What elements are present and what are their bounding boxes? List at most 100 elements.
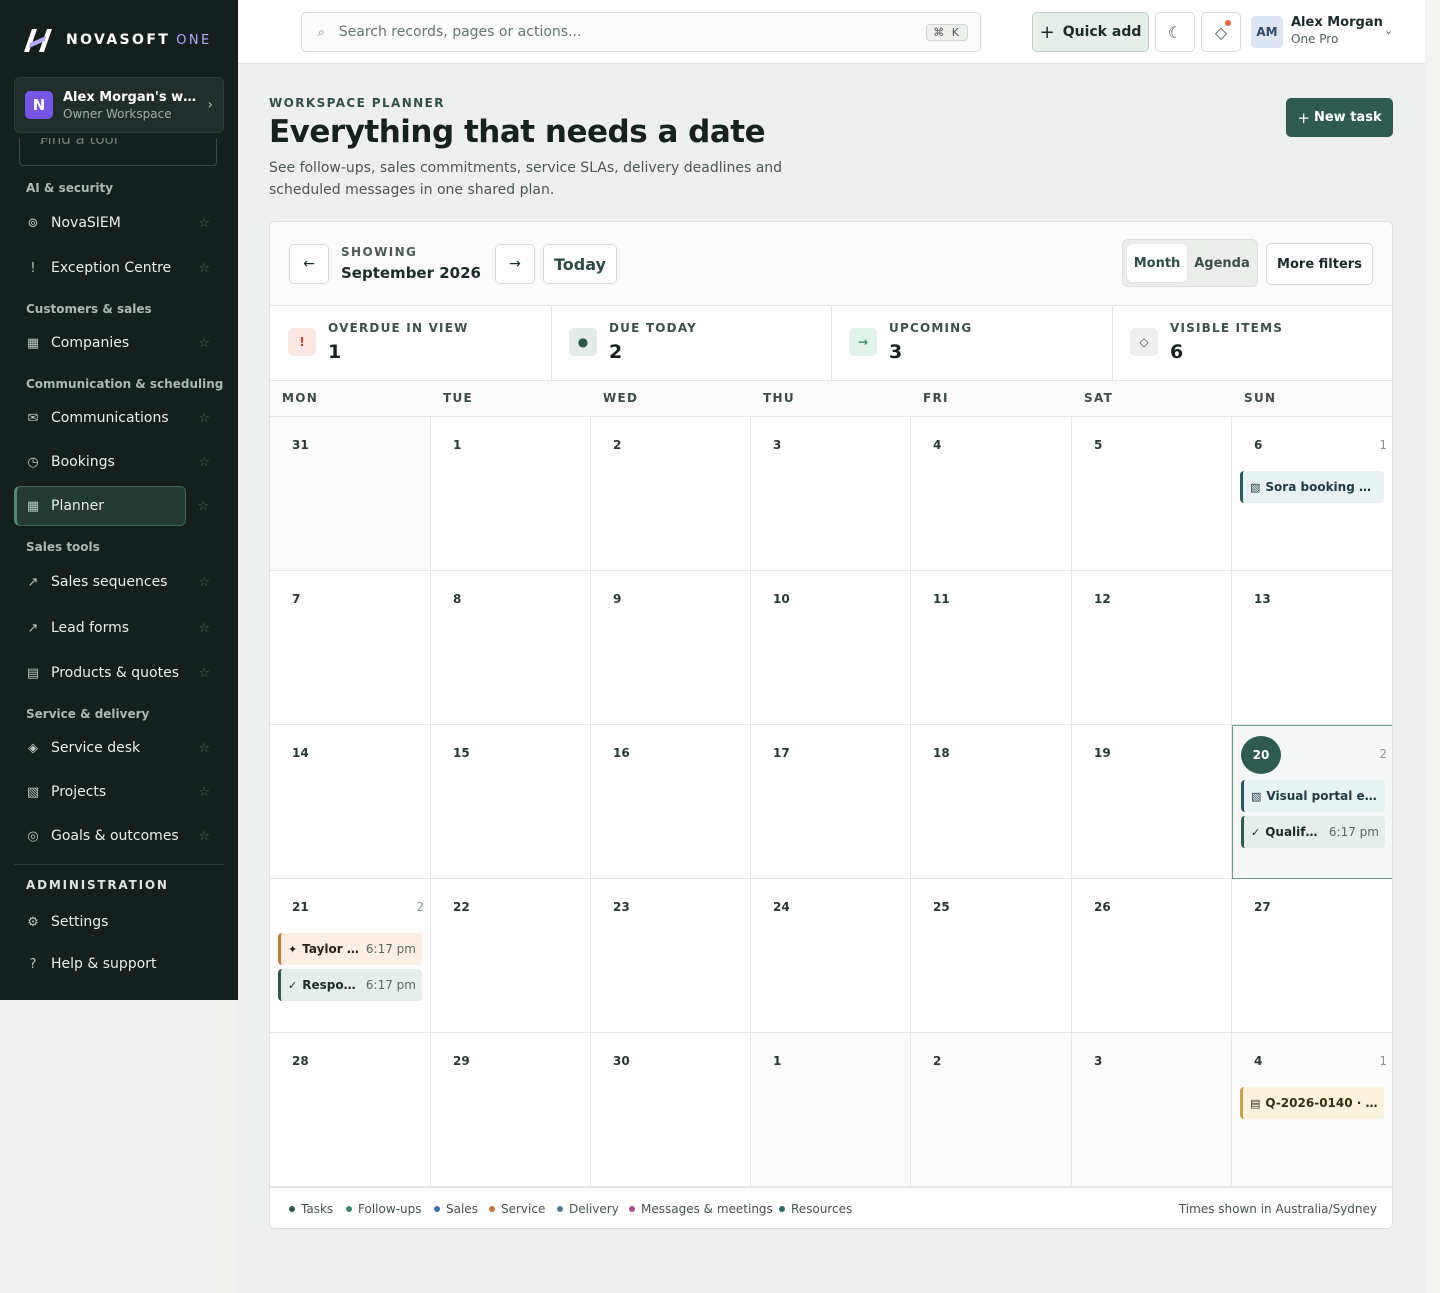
legend-item-messages-meetings[interactable]: Messages & meetings (629, 1202, 773, 1216)
stat-upcoming: → UPCOMING 3 (831, 306, 1112, 380)
favorite-star-icon[interactable]: ☆ (198, 411, 210, 426)
calendar-day[interactable]: 22 (431, 879, 591, 1033)
calendar-event[interactable]: ▧ Visual portal economics (1241, 780, 1385, 812)
calendar-day[interactable]: 9 (591, 571, 751, 725)
sidebar-item-exception-centre[interactable]: ! Exception Centre ☆ (14, 248, 224, 288)
favorite-star-icon[interactable]: ☆ (197, 499, 209, 514)
calendar-day[interactable]: 2 (591, 417, 751, 571)
scrollbar-track[interactable] (1425, 0, 1440, 1293)
calendar-day[interactable]: 29 (431, 1033, 591, 1187)
calendar-event[interactable]: ✓ Qualify T... 6:17 pm (1241, 816, 1385, 848)
calendar-day[interactable]: 18 (911, 725, 1072, 879)
sidebar-item-planner[interactable]: ▦ Planner ☆ (14, 486, 209, 526)
day-number: 18 (933, 746, 950, 760)
calendar-day[interactable]: 15 (431, 725, 591, 879)
calendar-day[interactable]: 6 1 ▧ Sora booking platform (1232, 417, 1392, 571)
dot-icon: ● (569, 328, 597, 356)
sidebar-item-products-quotes[interactable]: ▤ Products & quotes ☆ (14, 653, 224, 693)
calendar-day[interactable]: 19 (1072, 725, 1232, 879)
arrow-left-icon: ← (303, 256, 315, 272)
favorite-star-icon[interactable]: ☆ (198, 216, 210, 231)
calendar-day[interactable]: 2 (911, 1033, 1072, 1187)
search-shortcut: ⌘ K (926, 23, 968, 41)
calendar-day[interactable]: 14 (270, 725, 431, 879)
legend-item-resources[interactable]: Resources (779, 1202, 852, 1216)
favorite-star-icon[interactable]: ☆ (198, 785, 210, 800)
calendar-day[interactable]: 24 (751, 879, 911, 1033)
user-name[interactable]: Alex Morgan (1291, 15, 1383, 30)
calendar-event[interactable]: ▤ Q-2026-0140 · Visual (1240, 1087, 1384, 1119)
new-task-button[interactable]: + New task (1286, 98, 1393, 137)
day-number: 12 (1094, 592, 1111, 606)
calendar-day[interactable]: 31 (270, 417, 431, 571)
legend-item-delivery[interactable]: Delivery (557, 1202, 619, 1216)
sidebar-item-sales-sequences[interactable]: ↗ Sales sequences ☆ (14, 562, 224, 602)
calendar-day[interactable]: 3 (751, 417, 911, 571)
more-filters-button[interactable]: More filters (1266, 243, 1373, 285)
sidebar-item-projects[interactable]: ▧ Projects ☆ (14, 772, 224, 812)
legend-item-follow-ups[interactable]: Follow-ups (346, 1202, 421, 1216)
calendar-day[interactable]: 26 (1072, 879, 1232, 1033)
calendar-day[interactable]: 27 (1232, 879, 1392, 1033)
view-month-tab[interactable]: Month (1127, 244, 1187, 282)
calendar-day-today[interactable]: 20 2 ▧ Visual portal economics ✓ Qualify T...… (1232, 725, 1392, 879)
brand[interactable]: NOVASOFT ONE (22, 26, 212, 54)
global-search-input[interactable]: ⌕ Search records, pages or actions... ⌘ … (301, 12, 981, 52)
calendar-day[interactable]: 25 (911, 879, 1072, 1033)
calendar-day[interactable]: 3 (1072, 1033, 1232, 1187)
calendar-day[interactable]: 1 (751, 1033, 911, 1187)
calendar-day[interactable]: 28 (270, 1033, 431, 1187)
favorite-star-icon[interactable]: ☆ (198, 666, 210, 681)
sidebar-item-companies[interactable]: ▦ Companies ☆ (14, 323, 224, 363)
sidebar-item-communications[interactable]: ✉ Communications ☆ (14, 398, 224, 438)
calendar-event[interactable]: ▧ Sora booking platform (1240, 471, 1384, 503)
quick-add-button[interactable]: + Quick add (1032, 12, 1149, 52)
sidebar-item-lead-forms[interactable]: ↗ Lead forms ☆ (14, 608, 224, 648)
calendar-event[interactable]: ✓ Respond ... 6:17 pm (278, 969, 422, 1001)
today-button[interactable]: Today (543, 244, 617, 284)
calendar-day[interactable]: 10 (751, 571, 911, 725)
calendar-day[interactable]: 1 (431, 417, 591, 571)
favorite-star-icon[interactable]: ☆ (198, 829, 210, 844)
theme-toggle-button[interactable]: ☾ (1155, 12, 1195, 52)
sidebar-item-bookings[interactable]: ◷ Bookings ☆ (14, 442, 224, 482)
calendar-day[interactable]: 7 (270, 571, 431, 725)
sidebar-item-help-support[interactable]: ? Help & support (14, 944, 224, 984)
calendar-day[interactable]: 4 1 ▤ Q-2026-0140 · Visual (1232, 1033, 1392, 1187)
favorite-star-icon[interactable]: ☆ (198, 455, 210, 470)
legend-item-sales[interactable]: Sales (434, 1202, 478, 1216)
calendar-day[interactable]: 30 (591, 1033, 751, 1187)
view-agenda-tab[interactable]: Agenda (1189, 244, 1255, 282)
chevron-down-icon[interactable]: ⌄ (1384, 24, 1393, 37)
sidebar-item-novasiem[interactable]: ⊚ NovaSIEM ☆ (14, 203, 224, 243)
sidebar-item-settings[interactable]: ⚙ Settings (14, 902, 224, 942)
topbar: ⌕ Search records, pages or actions... ⌘ … (238, 0, 1425, 64)
user-avatar[interactable]: AM (1251, 16, 1283, 48)
calendar-day[interactable]: 11 (911, 571, 1072, 725)
favorite-star-icon[interactable]: ☆ (198, 575, 210, 590)
calendar-day[interactable]: 4 (911, 417, 1072, 571)
favorite-star-icon[interactable]: ☆ (198, 336, 210, 351)
legend-item-tasks[interactable]: Tasks (289, 1202, 333, 1216)
calendar-event[interactable]: ✦ Taylor Be... 6:17 pm (278, 933, 422, 965)
calendar-day[interactable]: 12 (1072, 571, 1232, 725)
legend-item-service[interactable]: Service (489, 1202, 545, 1216)
sidebar-item-goals-outcomes[interactable]: ◎ Goals & outcomes ☆ (14, 816, 224, 856)
sidebar-item-service-desk[interactable]: ◈ Service desk ☆ (14, 728, 224, 768)
calendar-day[interactable]: 8 (431, 571, 591, 725)
calendar-day[interactable]: 16 (591, 725, 751, 879)
find-tool-input[interactable]: ⌕ Find a tool (19, 138, 217, 166)
favorite-star-icon[interactable]: ☆ (198, 261, 210, 276)
calendar-day[interactable]: 23 (591, 879, 751, 1033)
workspace-switcher[interactable]: N Alex Morgan's workspace Owner Workspac… (14, 77, 224, 133)
previous-month-button[interactable]: ← (289, 244, 329, 284)
calendar-day[interactable]: 13 (1232, 571, 1392, 725)
showing-month: September 2026 (341, 264, 481, 282)
calendar-day[interactable]: 17 (751, 725, 911, 879)
next-month-button[interactable]: → (495, 244, 535, 284)
notifications-button[interactable]: ◇ (1201, 12, 1241, 52)
favorite-star-icon[interactable]: ☆ (198, 741, 210, 756)
calendar-day[interactable]: 5 (1072, 417, 1232, 571)
favorite-star-icon[interactable]: ☆ (198, 621, 210, 636)
calendar-day[interactable]: 21 2 ✦ Taylor Be... 6:17 pm ✓ Respond ... 6:17 … (270, 879, 431, 1033)
